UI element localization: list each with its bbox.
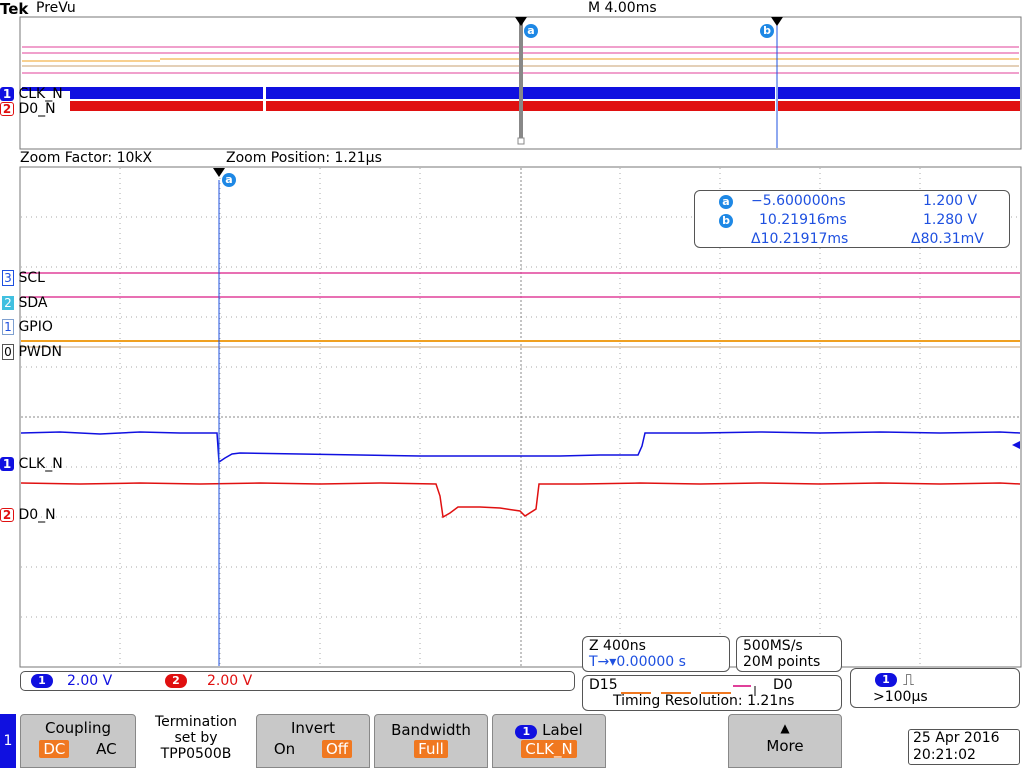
cursor-delta-volt: Δ80.31mV <box>911 231 984 247</box>
cursor-a-readout-icon: a <box>719 195 733 209</box>
termination-line2: set by <box>174 730 218 746</box>
trigger-position-icon: T→▾ <box>589 654 617 670</box>
cursor-a-marker-main[interactable]: a <box>222 173 236 187</box>
cursor-a-time: −5.600000ns <box>751 193 846 209</box>
cursor-b-time: 10.21916ms <box>759 212 847 228</box>
digital-ch-gpio-label[interactable]: 1 GPIO <box>2 319 53 335</box>
digital-ch3-badge-icon: 3 <box>2 270 14 286</box>
digital-ch0-badge-icon: 0 <box>2 344 14 360</box>
preview-ch1-label[interactable]: 1 CLK_N <box>0 86 63 102</box>
cursor-b-volt: 1.280 V <box>923 212 978 228</box>
bandwidth-title: Bandwidth <box>391 721 471 739</box>
zoom-position: Zoom Position: 1.21µs <box>226 150 382 166</box>
coupling-softkey[interactable]: Coupling DC AC <box>20 714 136 768</box>
analog-ch1-label[interactable]: 1 CLK_N <box>0 456 63 472</box>
date: 25 Apr 2016 <box>913 730 1000 746</box>
ch2-scale-badge-icon[interactable]: 2 <box>165 674 187 688</box>
zoom-factor: Zoom Factor: 10kX <box>20 150 153 166</box>
digital-low-channel: D0 <box>773 677 793 693</box>
analog-ch2-label[interactable]: 2 D0_N <box>0 507 56 523</box>
zoom-scale-box[interactable]: Z 400ns T→▾0.00000 s <box>582 636 730 672</box>
acquisition-box[interactable]: 500MS/s 20M points <box>736 636 842 672</box>
cursor-a-marker-preview[interactable]: a <box>524 24 538 38</box>
ch1-badge-icon: 1 <box>0 87 14 101</box>
preview-ch1-name: CLK_N <box>18 86 63 102</box>
digital-timing-box[interactable]: D15 D0 Timing Resolution: 1.21ns <box>582 675 842 711</box>
trigger-condition: >100µs <box>873 689 928 705</box>
invert-off-option[interactable]: Off <box>321 740 353 758</box>
cursor-a-volt: 1.200 V <box>923 193 978 209</box>
trigger-box[interactable]: 1 ⎍ >100µs <box>850 668 1020 708</box>
termination-line1: Termination <box>154 714 238 730</box>
invert-title: Invert <box>290 719 336 737</box>
label-channel-icon: 1 <box>515 725 538 739</box>
cursor-delta-time: Δ10.21917ms <box>751 231 849 247</box>
label-title: Label <box>542 721 583 739</box>
datetime-box[interactable]: 25 Apr 2016 20:21:02 <box>908 729 1020 765</box>
ch2-badge-icon: 2 <box>0 102 14 116</box>
analog-ch2-name: D0_N <box>18 507 56 523</box>
label-softkey[interactable]: 1 Label CLK_N <box>492 714 606 768</box>
digital-high-channel: D15 <box>589 677 618 693</box>
trigger-source-icon: 1 <box>875 673 897 687</box>
ch1-scale[interactable]: 2.00 V <box>67 673 112 689</box>
ch1-scale-badge-icon[interactable]: 1 <box>31 674 53 688</box>
digital-ch-sda-name: SDA <box>18 295 48 311</box>
channel-side-tab-label: 1 <box>3 733 13 749</box>
more-label: More <box>766 737 804 755</box>
analog-ch1-badge-icon: 1 <box>0 457 14 471</box>
digital-ch-scl-label[interactable]: 3 SCL <box>2 270 45 286</box>
digital-ch-pwdn-name: PWDN <box>18 344 62 360</box>
preview-ch2-name: D0_N <box>18 101 56 117</box>
preview-ch2-label[interactable]: 2 D0_N <box>0 101 56 117</box>
preview-window <box>19 16 1022 150</box>
zoom-position-value: 0.00000 s <box>616 654 686 670</box>
zoom-scale: Z 400ns <box>589 638 646 654</box>
channel-scale-bar: 1 2.00 V 2 2.00 V <box>20 671 575 691</box>
coupling-title: Coupling <box>44 719 112 737</box>
time: 20:21:02 <box>913 747 976 763</box>
invert-softkey[interactable]: Invert On Off <box>256 714 370 768</box>
cursor-readout[interactable]: a −5.600000ns 1.200 V b 10.21916ms 1.280… <box>694 190 1010 248</box>
digital-ch-sda-label[interactable]: 2 SDA <box>2 295 47 311</box>
ch2-scale[interactable]: 2.00 V <box>207 673 252 689</box>
invert-on-option[interactable]: On <box>274 740 295 758</box>
termination-line3: TPP0500B <box>160 746 232 762</box>
sample-rate: 500MS/s <box>743 638 803 654</box>
zoom-position-readout: T→▾0.00000 s <box>589 654 686 670</box>
timing-resolution: Timing Resolution: 1.21ns <box>613 693 795 709</box>
more-softkey[interactable]: ▲ More <box>728 714 842 768</box>
digital-ch2-badge-icon: 2 <box>2 296 14 310</box>
coupling-ac-option[interactable]: AC <box>96 740 116 758</box>
digital-ch-scl-name: SCL <box>18 270 45 286</box>
digital-ch1-badge-icon: 1 <box>2 319 14 335</box>
pulse-trigger-icon: ⎍ <box>903 670 915 689</box>
digital-ch-gpio-name: GPIO <box>18 319 53 335</box>
cursor-b-readout-icon: b <box>719 214 733 228</box>
analog-ch2-badge-icon: 2 <box>0 508 14 522</box>
record-length: 20M points <box>743 654 821 670</box>
termination-info: Termination set by TPP0500B <box>138 714 254 762</box>
more-up-arrow-icon: ▲ <box>780 721 790 735</box>
analog-ch1-name: CLK_N <box>18 456 63 472</box>
cursor-b-marker-preview[interactable]: b <box>760 24 774 38</box>
label-value: CLK_N <box>521 740 577 758</box>
bandwidth-softkey[interactable]: Bandwidth Full <box>374 714 488 768</box>
coupling-dc-option[interactable]: DC <box>39 740 70 758</box>
digital-ch-pwdn-label[interactable]: 0 PWDN <box>2 344 62 360</box>
bandwidth-value: Full <box>414 740 448 758</box>
channel-side-tab[interactable]: 1 <box>0 714 16 768</box>
